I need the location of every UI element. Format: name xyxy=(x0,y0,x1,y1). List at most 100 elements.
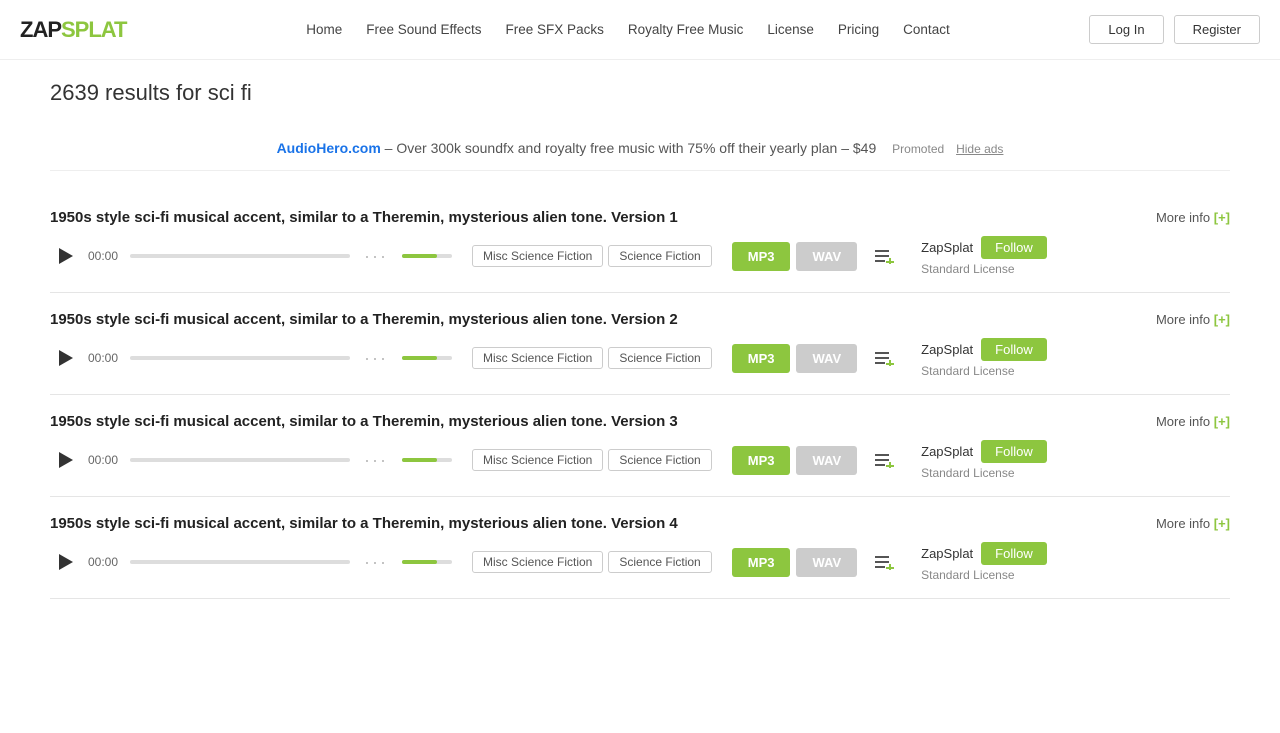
play-icon xyxy=(59,554,73,570)
add-to-list-button[interactable] xyxy=(873,245,895,267)
tag[interactable]: Science Fiction xyxy=(608,347,711,369)
time-label: 00:00 xyxy=(88,249,120,263)
author-row: ZapSplat Follow xyxy=(921,542,1047,565)
tag[interactable]: Misc Science Fiction xyxy=(472,551,603,573)
author-row: ZapSplat Follow xyxy=(921,440,1047,463)
volume-bar[interactable] xyxy=(402,356,452,360)
main-content: 2639 results for sci fi AudioHero.com – … xyxy=(20,60,1260,619)
author-name: ZapSplat xyxy=(921,240,973,255)
add-to-list-button[interactable] xyxy=(873,347,895,369)
nav-license[interactable]: License xyxy=(767,22,814,37)
wav-button[interactable]: WAV xyxy=(796,446,857,475)
download-group: MP3 WAV xyxy=(732,344,857,373)
player-row: 00:00 ··· Misc Science FictionScience Fi… xyxy=(50,542,1230,582)
follow-button[interactable]: Follow xyxy=(981,440,1047,463)
mp3-button[interactable]: MP3 xyxy=(732,344,791,373)
nav-buttons: Log In Register xyxy=(1089,15,1260,44)
more-info-link[interactable]: More info [+] xyxy=(1156,414,1230,429)
wav-button[interactable]: WAV xyxy=(796,344,857,373)
nav-home[interactable]: Home xyxy=(306,22,342,37)
play-button[interactable] xyxy=(50,242,78,270)
sound-item-4: 1950s style sci-fi musical accent, simil… xyxy=(50,497,1230,599)
author-name: ZapSplat xyxy=(921,342,973,357)
nav-free-sfx-packs[interactable]: Free SFX Packs xyxy=(506,22,604,37)
volume-dots-icon: ··· xyxy=(364,552,388,573)
volume-dots-icon: ··· xyxy=(364,246,388,267)
tags-group: Misc Science FictionScience Fiction xyxy=(472,347,712,369)
follow-button[interactable]: Follow xyxy=(981,236,1047,259)
sound-results-list: 1950s style sci-fi musical accent, simil… xyxy=(50,191,1230,599)
progress-bar[interactable] xyxy=(130,458,350,462)
tags-group: Misc Science FictionScience Fiction xyxy=(472,245,712,267)
player-row: 00:00 ··· Misc Science FictionScience Fi… xyxy=(50,236,1230,276)
author-name: ZapSplat xyxy=(921,444,973,459)
play-button[interactable] xyxy=(50,344,78,372)
volume-fill xyxy=(402,458,437,462)
license-text: Standard License xyxy=(921,568,1014,582)
mp3-button[interactable]: MP3 xyxy=(732,446,791,475)
sound-item-2: 1950s style sci-fi musical accent, simil… xyxy=(50,293,1230,395)
more-info-link[interactable]: More info [+] xyxy=(1156,210,1230,225)
ad-banner: AudioHero.com – Over 300k soundfx and ro… xyxy=(50,126,1230,171)
volume-bar[interactable] xyxy=(402,254,452,258)
author-group: ZapSplat Follow Standard License xyxy=(921,542,1051,582)
volume-bar[interactable] xyxy=(402,560,452,564)
logo[interactable]: ZAPSPLAT xyxy=(20,17,126,43)
download-group: MP3 WAV xyxy=(732,242,857,271)
time-label: 00:00 xyxy=(88,555,120,569)
license-text: Standard License xyxy=(921,466,1014,480)
sound-item-header: 1950s style sci-fi musical accent, simil… xyxy=(50,413,1230,430)
follow-button[interactable]: Follow xyxy=(981,338,1047,361)
progress-bar[interactable] xyxy=(130,560,350,564)
sound-title: 1950s style sci-fi musical accent, simil… xyxy=(50,311,1136,328)
tag[interactable]: Misc Science Fiction xyxy=(472,347,603,369)
add-to-list-button[interactable] xyxy=(873,551,895,573)
ad-link[interactable]: AudioHero.com xyxy=(277,140,381,156)
progress-bar[interactable] xyxy=(130,356,350,360)
player-row: 00:00 ··· Misc Science FictionScience Fi… xyxy=(50,440,1230,480)
tag[interactable]: Misc Science Fiction xyxy=(472,245,603,267)
add-list-icon xyxy=(873,245,895,267)
add-list-icon xyxy=(873,347,895,369)
time-label: 00:00 xyxy=(88,351,120,365)
register-button[interactable]: Register xyxy=(1174,15,1260,44)
mp3-button[interactable]: MP3 xyxy=(732,548,791,577)
tag[interactable]: Science Fiction xyxy=(608,245,711,267)
nav-links: Home Free Sound Effects Free SFX Packs R… xyxy=(166,22,1089,37)
tag[interactable]: Science Fiction xyxy=(608,551,711,573)
sound-item-header: 1950s style sci-fi musical accent, simil… xyxy=(50,515,1230,532)
player-row: 00:00 ··· Misc Science FictionScience Fi… xyxy=(50,338,1230,378)
nav-pricing[interactable]: Pricing xyxy=(838,22,879,37)
volume-dots-icon: ··· xyxy=(364,450,388,471)
play-button[interactable] xyxy=(50,446,78,474)
play-button[interactable] xyxy=(50,548,78,576)
nav-royalty-free-music[interactable]: Royalty Free Music xyxy=(628,22,744,37)
play-icon xyxy=(59,452,73,468)
license-text: Standard License xyxy=(921,262,1014,276)
follow-button[interactable]: Follow xyxy=(981,542,1047,565)
volume-fill xyxy=(402,254,437,258)
add-to-list-button[interactable] xyxy=(873,449,895,471)
volume-bar[interactable] xyxy=(402,458,452,462)
wav-button[interactable]: WAV xyxy=(796,242,857,271)
more-info-link[interactable]: More info [+] xyxy=(1156,516,1230,531)
ad-promoted: Promoted xyxy=(892,142,944,156)
play-icon xyxy=(59,248,73,264)
progress-bar[interactable] xyxy=(130,254,350,258)
tag[interactable]: Misc Science Fiction xyxy=(472,449,603,471)
author-group: ZapSplat Follow Standard License xyxy=(921,338,1051,378)
nav-contact[interactable]: Contact xyxy=(903,22,950,37)
login-button[interactable]: Log In xyxy=(1089,15,1163,44)
sound-title: 1950s style sci-fi musical accent, simil… xyxy=(50,413,1136,430)
more-info-link[interactable]: More info [+] xyxy=(1156,312,1230,327)
volume-dots-icon: ··· xyxy=(364,348,388,369)
mp3-button[interactable]: MP3 xyxy=(732,242,791,271)
add-list-icon xyxy=(873,551,895,573)
ad-message: – Over 300k soundfx and royalty free mus… xyxy=(381,140,876,156)
results-heading: 2639 results for sci fi xyxy=(50,80,1230,106)
tag[interactable]: Science Fiction xyxy=(608,449,711,471)
nav-free-sound-effects[interactable]: Free Sound Effects xyxy=(366,22,481,37)
author-group: ZapSplat Follow Standard License xyxy=(921,440,1051,480)
hide-ads-button[interactable]: Hide ads xyxy=(956,142,1003,156)
wav-button[interactable]: WAV xyxy=(796,548,857,577)
